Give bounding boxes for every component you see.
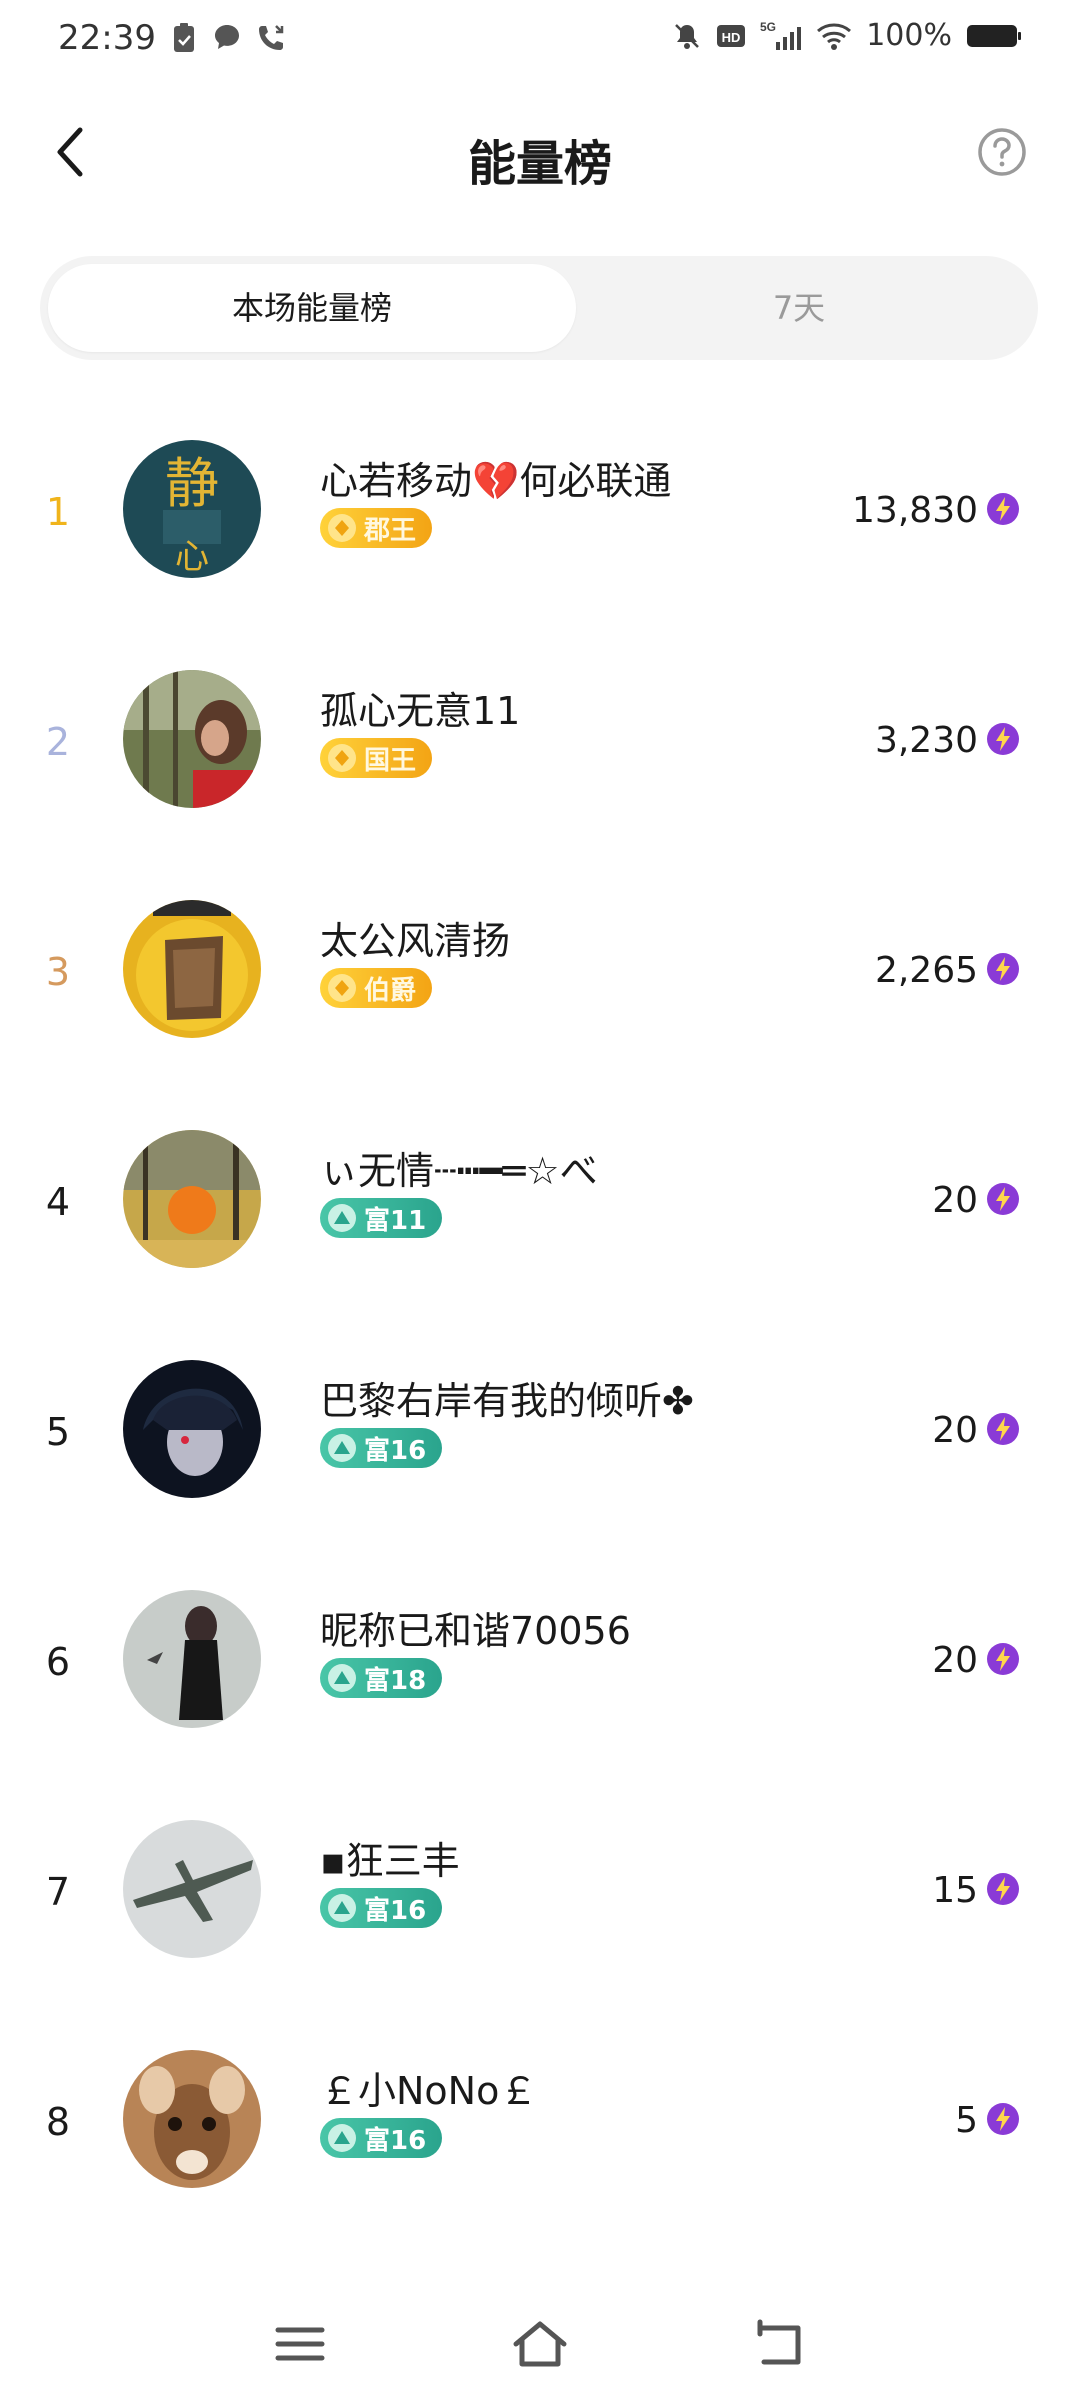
signal-5g-icon: 5G <box>760 20 802 50</box>
energy-bolt-icon <box>987 723 1019 755</box>
clipboard-icon <box>174 23 194 52</box>
rank-number: 6 <box>45 1640 71 1684</box>
energy-score: 5 <box>955 2100 978 2141</box>
tab-bar: 本场能量榜 7天 <box>40 256 1038 360</box>
energy-score: 13,830 <box>852 490 978 531</box>
status-badge: 国王 <box>320 738 433 778</box>
svg-text:静: 静 <box>165 452 219 515</box>
diamond-icon <box>328 1894 356 1922</box>
list-item[interactable]: 8 ￡小NoNo￡ 富16 5 <box>0 2020 1080 2250</box>
energy-bolt-icon <box>987 953 1019 985</box>
help-circle-icon[interactable] <box>976 126 1028 178</box>
list-item[interactable]: 2 孤心无意11 国王 3,230 <box>0 640 1080 870</box>
avatar[interactable] <box>123 670 261 808</box>
user-name: 孤心无意11 <box>320 689 521 733</box>
rank-number: 5 <box>45 1410 71 1454</box>
avatar[interactable] <box>123 900 261 1038</box>
system-navigation-bar <box>0 2290 1080 2408</box>
energy-score: 20 <box>932 1640 978 1681</box>
list-item[interactable]: 7 ▪狂三丰 富16 15 <box>0 1790 1080 2020</box>
wifi-icon <box>817 23 852 50</box>
page-title: 能量榜 <box>467 136 612 192</box>
user-name: 昵称已和谐70056 <box>320 1609 631 1653</box>
user-name: ￡小NoNo￡ <box>320 2069 538 2113</box>
crown-icon <box>328 744 356 772</box>
energy-score: 20 <box>932 1180 978 1221</box>
tab-current-session[interactable]: 本场能量榜 <box>48 264 576 352</box>
rank-number: 7 <box>45 1870 71 1914</box>
status-badge: 富16 <box>320 1888 443 1928</box>
rank-number: 4 <box>45 1180 71 1224</box>
diamond-icon <box>328 1204 356 1232</box>
menu-icon[interactable] <box>270 2314 330 2374</box>
diamond-icon <box>328 1434 356 1462</box>
status-badge: 伯爵 <box>320 968 433 1008</box>
status-badge: 郡王 <box>320 508 433 548</box>
list-item[interactable]: 1 静 心 心若移动💔何必联通 郡王 13,830 <box>0 410 1080 640</box>
svg-text:心: 心 <box>175 537 209 577</box>
message-icon <box>215 25 239 49</box>
svg-text:5G: 5G <box>760 20 776 34</box>
rank-number: 3 <box>45 950 71 994</box>
battery-icon <box>967 24 1021 47</box>
status-badge: 富16 <box>320 2118 443 2158</box>
status-badge: 富16 <box>320 1428 443 1468</box>
user-name: 心若移动💔何必联通 <box>320 459 672 503</box>
hd-icon: HD <box>717 24 746 47</box>
user-name: ぃ无情┄┅━═☆べ <box>320 1149 598 1193</box>
back-icon[interactable] <box>750 2314 810 2374</box>
avatar[interactable] <box>123 1360 261 1498</box>
list-item[interactable]: 3 太公风清扬 伯爵 2,265 <box>0 870 1080 1100</box>
list-item[interactable]: 6 昵称已和谐70056 富18 20 <box>0 1560 1080 1790</box>
energy-bolt-icon <box>987 1643 1019 1675</box>
rank-number: 1 <box>45 490 71 534</box>
status-badge: 富18 <box>320 1658 443 1698</box>
crown-icon <box>328 514 356 542</box>
energy-bolt-icon <box>987 1873 1019 1905</box>
tab-7-days[interactable]: 7天 <box>560 256 1038 360</box>
avatar[interactable] <box>123 1820 261 1958</box>
user-name: 巴黎右岸有我的倾听✤ <box>320 1379 694 1423</box>
header: 能量榜 <box>0 100 1080 210</box>
list-item[interactable]: 4 ぃ无情┄┅━═☆べ 富11 20 <box>0 1100 1080 1330</box>
list-item[interactable]: 5 巴黎右岸有我的倾听✤ 富16 20 <box>0 1330 1080 1560</box>
diamond-icon <box>328 2124 356 2152</box>
energy-bolt-icon <box>987 1413 1019 1445</box>
energy-bolt-icon <box>987 1183 1019 1215</box>
status-bar: 22:39 HD 5G 100% <box>0 0 1080 80</box>
svg-text:HD: HD <box>722 30 741 45</box>
user-name: ▪狂三丰 <box>320 1839 460 1883</box>
avatar[interactable] <box>123 1130 261 1268</box>
battery-percentage: 100% <box>866 18 952 53</box>
energy-score: 3,230 <box>874 720 978 761</box>
rank-number: 8 <box>45 2100 71 2144</box>
avatar[interactable]: 静 心 <box>123 440 261 578</box>
mute-bell-icon <box>675 23 700 49</box>
energy-score: 15 <box>932 1870 978 1911</box>
crown-icon <box>328 974 356 1002</box>
energy-score: 2,265 <box>874 950 978 991</box>
diamond-icon <box>328 1664 356 1692</box>
rank-number: 2 <box>45 720 71 764</box>
energy-score: 20 <box>932 1410 978 1451</box>
status-badge: 富11 <box>320 1198 443 1238</box>
home-icon[interactable] <box>510 2314 570 2374</box>
avatar[interactable] <box>123 2050 261 2188</box>
energy-bolt-icon <box>987 493 1019 525</box>
energy-bolt-icon <box>987 2103 1019 2135</box>
user-name: 太公风清扬 <box>320 919 511 963</box>
missed-call-icon <box>259 25 284 50</box>
status-time: 22:39 <box>58 18 156 58</box>
avatar[interactable] <box>123 1590 261 1728</box>
